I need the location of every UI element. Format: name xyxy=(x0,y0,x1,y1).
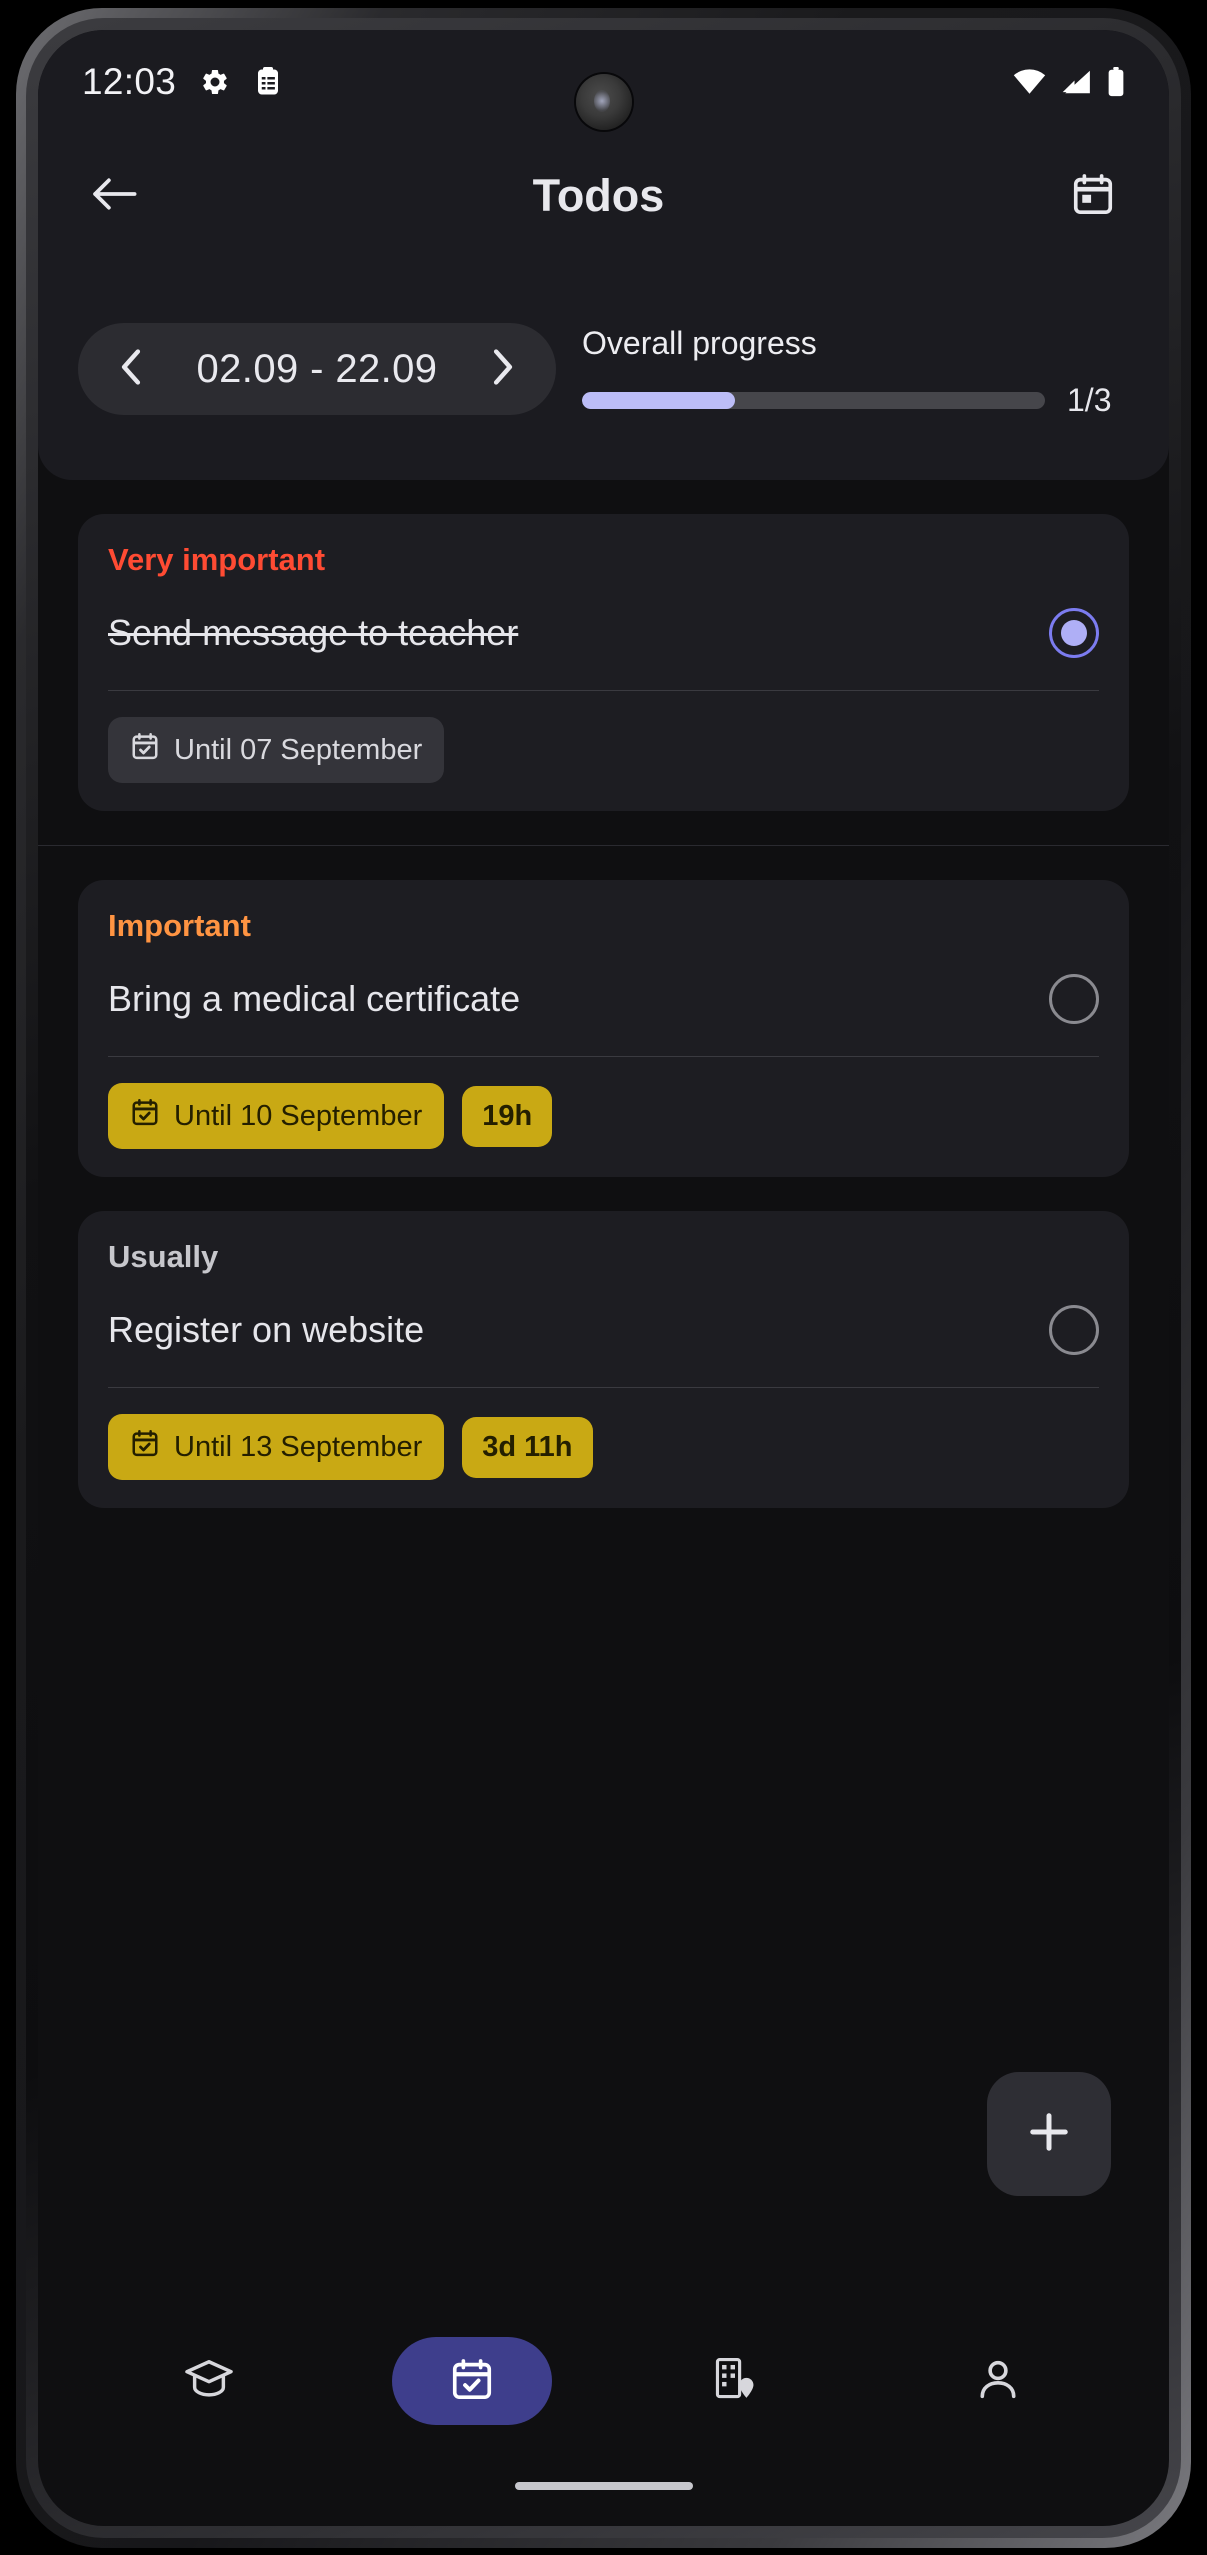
due-date-label: Until 13 September xyxy=(174,1430,423,1463)
date-range-label: 02.09 - 22.09 xyxy=(196,346,438,391)
add-task-fab[interactable] xyxy=(987,2072,1111,2196)
time-remaining-badge: 19h xyxy=(462,1085,553,1147)
progress-track xyxy=(582,392,1045,409)
task-title: Bring a medical certificate xyxy=(108,978,521,1019)
chevron-left-icon xyxy=(119,348,143,391)
date-progress-panel: 02.09 - 22.09 Overall progress 1/3 xyxy=(38,258,1169,480)
task-card[interactable]: Very important Send message to teacher Unt… xyxy=(78,514,1129,811)
calendar-check-icon xyxy=(130,731,160,769)
graduation-cap-icon xyxy=(184,2356,234,2407)
task-row[interactable]: Bring a medical certificate xyxy=(108,974,1099,1056)
bottom-navigation xyxy=(38,2316,1169,2446)
gesture-bar xyxy=(514,2482,693,2490)
calendar-check-icon xyxy=(449,2356,495,2407)
due-date-chip[interactable]: Until 10 September xyxy=(108,1083,445,1149)
calendar-button[interactable] xyxy=(1061,164,1125,228)
task-meta-row: Until 13 September 3d 11h xyxy=(78,1388,1129,1508)
task-row[interactable]: Register on website xyxy=(108,1305,1099,1387)
app-header: Todos xyxy=(38,134,1169,258)
nav-item-study[interactable] xyxy=(129,2337,289,2425)
progress-fill xyxy=(582,392,735,409)
gear-icon xyxy=(200,67,230,97)
phone-bezel: 12:03 Todos 02.09 - 22.09 Overall progre… xyxy=(26,18,1181,2538)
task-meta-row: Until 10 September 19h xyxy=(78,1057,1129,1177)
task-list: Very important Send message to teacher Unt… xyxy=(38,480,1169,2226)
priority-label: Very important xyxy=(108,542,326,577)
status-bar-right xyxy=(1013,67,1125,97)
progress-count: 1/3 xyxy=(1067,382,1112,418)
section-separator xyxy=(38,845,1169,846)
clipboard-list-icon xyxy=(254,67,282,97)
task-meta-row: Until 07 September xyxy=(78,691,1129,811)
cellular-signal-icon xyxy=(1061,69,1092,95)
status-clock: 12:03 xyxy=(82,61,177,102)
due-date-label: Until 07 September xyxy=(174,733,423,766)
task-row[interactable]: Send message to teacher xyxy=(108,608,1099,690)
due-date-label: Until 10 September xyxy=(174,1099,423,1132)
nav-item-todos[interactable] xyxy=(392,2337,553,2425)
date-range-selector[interactable]: 02.09 - 22.09 xyxy=(78,323,556,415)
calendar-check-icon xyxy=(130,1097,160,1135)
progress-label: Overall progress xyxy=(582,325,817,361)
priority-label: Important xyxy=(108,908,251,943)
prev-period-button[interactable] xyxy=(108,346,154,392)
phone-frame: 12:03 Todos 02.09 - 22.09 Overall progre… xyxy=(16,8,1191,2548)
battery-icon xyxy=(1107,67,1125,97)
task-card[interactable]: Usually Register on website Until 13 Septe… xyxy=(78,1211,1129,1508)
calendar-icon xyxy=(1070,171,1116,222)
person-icon xyxy=(975,2356,1021,2407)
time-remaining-badge: 3d 11h xyxy=(462,1416,593,1478)
next-period-button[interactable] xyxy=(480,346,526,392)
arrow-left-icon xyxy=(90,174,138,219)
calendar-check-icon xyxy=(130,1428,160,1466)
task-checkbox[interactable] xyxy=(1049,974,1099,1024)
building-location-icon xyxy=(711,2355,759,2408)
camera-punch-hole xyxy=(575,74,632,130)
plus-icon xyxy=(1023,2106,1075,2163)
status-bar-left: 12:03 xyxy=(82,61,282,103)
due-date-chip[interactable]: Until 07 September xyxy=(108,717,445,783)
phone-screen: 12:03 Todos 02.09 - 22.09 Overall progre… xyxy=(38,30,1169,2526)
progress-row: 1/3 xyxy=(582,382,1129,419)
nav-item-campus[interactable] xyxy=(655,2337,815,2425)
task-checkbox[interactable] xyxy=(1049,1305,1099,1355)
due-date-chip[interactable]: Until 13 September xyxy=(108,1414,445,1480)
overall-progress: Overall progress 1/3 xyxy=(582,319,1129,419)
page-title: Todos xyxy=(532,170,665,221)
task-checkbox[interactable] xyxy=(1049,608,1099,658)
task-card-body: Important Bring a medical certificate xyxy=(78,880,1129,1056)
task-card-body: Usually Register on website xyxy=(78,1211,1129,1387)
task-title: Register on website xyxy=(108,1309,425,1350)
priority-label: Usually xyxy=(108,1239,219,1274)
task-card[interactable]: Important Bring a medical certificate Unti… xyxy=(78,880,1129,1177)
wifi-icon xyxy=(1013,69,1046,95)
task-card-body: Very important Send message to teacher xyxy=(78,514,1129,690)
nav-item-profile[interactable] xyxy=(918,2337,1078,2425)
chevron-right-icon xyxy=(491,348,515,391)
task-title: Send message to teacher xyxy=(108,612,519,653)
